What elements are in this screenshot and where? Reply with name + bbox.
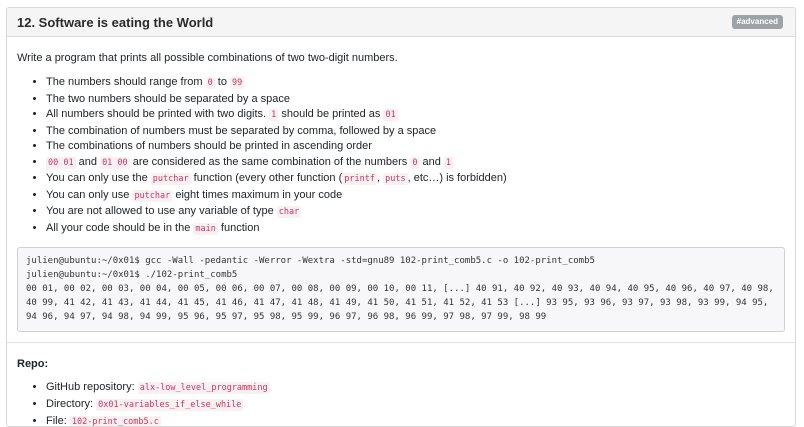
repo-item-value: 102-print_comb5.c — [69, 416, 161, 427]
inline-code: 1 — [443, 156, 454, 169]
repo-list: GitHub repository: alx-low_level_program… — [17, 379, 785, 427]
requirement-text: The two numbers should be separated by a… — [46, 92, 290, 105]
repo-section: Repo: GitHub repository: alx-low_level_p… — [7, 343, 795, 427]
terminal-line: julien@ubuntu:~/0x01$ gcc -Wall -pedanti… — [26, 256, 595, 266]
inline-code: 0 — [205, 77, 215, 89]
requirement-text: You are not allowed to use any variable … — [46, 205, 277, 217]
terminal-line: 00 01, 00 02, 00 03, 00 04, 00 05, 00 06… — [26, 284, 780, 322]
requirement-text: All numbers should be printed with two d… — [46, 108, 270, 120]
requirement-text: function (every other function ( — [190, 172, 343, 184]
repo-item-value: 0x01-variables_if_else_while — [96, 399, 244, 411]
inline-code: 99 — [230, 77, 245, 89]
requirement-item: You can only use putchar eight times max… — [46, 188, 785, 205]
requirement-text: and — [75, 155, 101, 168]
task-body: Write a program that prints all possible… — [7, 37, 795, 343]
requirement-item: The two numbers should be separated by a… — [46, 92, 785, 108]
repo-item-label: File: — [46, 415, 70, 427]
requirement-item: You can only use the putchar function (e… — [46, 171, 785, 188]
inline-code: 01 00 — [100, 156, 130, 169]
requirement-text: The combinations of numbers should be pr… — [46, 140, 372, 152]
requirement-text: to — [214, 76, 231, 88]
inline-code: 01 — [383, 109, 398, 121]
repo-item: File: 102-print_comb5.c — [46, 413, 785, 427]
inline-code: char — [276, 206, 302, 218]
requirement-item: All numbers should be printed with two d… — [46, 107, 785, 124]
task-title: 12. Software is eating the World — [17, 14, 214, 30]
requirement-text: The numbers should range from — [46, 76, 206, 88]
requirements-list: The numbers should range from 0 to 99The… — [17, 75, 785, 237]
repo-item: Directory: 0x01-variables_if_else_while — [46, 396, 785, 413]
repo-item-value: alx-low_level_programming — [137, 382, 270, 394]
requirement-item: The numbers should range from 0 to 99 — [46, 75, 785, 92]
inline-code: main — [193, 222, 218, 235]
terminal-line: julien@ubuntu:~/0x01$ ./102-print_comb5 — [26, 270, 238, 280]
inline-code: 1 — [269, 109, 279, 121]
requirement-item: The combinations of numbers should be pr… — [46, 139, 785, 155]
inline-code: puts — [383, 173, 408, 185]
repo-title: Repo: — [17, 358, 49, 370]
requirement-text: eight times maximum in your code — [172, 188, 343, 201]
repo-item: GitHub repository: alx-low_level_program… — [46, 379, 785, 396]
repo-item-label: Directory: — [46, 398, 97, 410]
requirement-text: You can only use — [46, 188, 133, 201]
requirement-text: All your code should be in the — [46, 221, 194, 234]
requirement-item: You are not allowed to use any variable … — [46, 204, 785, 221]
requirement-text: The combination of numbers must be separ… — [46, 124, 437, 137]
task-header: 12. Software is eating the World #advanc… — [7, 8, 795, 37]
inline-code: printf — [342, 173, 377, 185]
advanced-badge: #advanced — [731, 15, 783, 29]
requirement-text: , etc…) is forbidden) — [407, 172, 507, 184]
task-card: 12. Software is eating the World #advanc… — [6, 7, 796, 427]
requirement-text: function — [217, 221, 260, 234]
requirement-text: and — [419, 155, 444, 168]
task-intro: Write a program that prints all possible… — [17, 52, 398, 64]
requirement-item: All your code should be in the main func… — [46, 221, 785, 238]
requirement-text: You can only use the — [46, 172, 151, 184]
repo-item-label: GitHub repository: — [46, 381, 138, 393]
inline-code: putchar — [150, 173, 191, 185]
inline-code: 00 01 — [46, 156, 76, 169]
requirement-item: The combination of numbers must be separ… — [46, 124, 785, 140]
requirement-text: are considered as the same combination o… — [129, 155, 411, 168]
inline-code: putchar — [132, 189, 173, 202]
requirement-text: should be printed as — [278, 108, 384, 120]
requirement-item: 00 01 and 01 00 are considered as the sa… — [46, 155, 785, 172]
terminal-output: julien@ubuntu:~/0x01$ gcc -Wall -pedanti… — [17, 247, 785, 332]
